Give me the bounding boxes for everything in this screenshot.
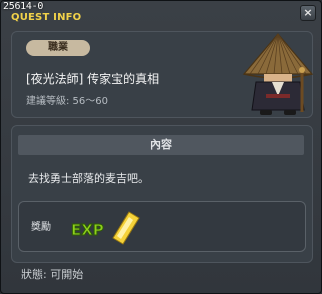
close-icon: × <box>303 6 313 19</box>
exp-reward-icon[interactable]: EXP <box>69 208 141 246</box>
recommended-level: 建議等級: 56～60 <box>26 96 108 107</box>
reward-label: 獎勵 <box>31 222 51 233</box>
exp-text: EXP <box>71 221 104 239</box>
npc-character-icon <box>242 33 314 115</box>
content-text: 去找勇士部落的麦吉吧。 <box>28 172 149 185</box>
quest-name: [夜光法師] 传家宝的真相 <box>26 72 160 86</box>
quest-status: 狀態: 可開始 <box>21 268 84 281</box>
job-badge: 職業 <box>26 40 90 56</box>
quest-summary-panel: 職業 [夜光法師] 传家宝的真相 建議等級: 56～60 <box>11 31 314 118</box>
content-header: 內容 <box>18 135 304 155</box>
window-title: QUEST INFO <box>11 12 82 23</box>
quest-id-label: 25614-0 <box>3 1 44 12</box>
quest-info-window: 25614-0 QUEST INFO × 職業 [夜光法師] 传家宝的真相 建議… <box>0 0 322 294</box>
quest-content-panel: 內容 去找勇士部落的麦吉吧。 獎勵 EXP <box>11 125 313 263</box>
close-button[interactable]: × <box>300 5 316 21</box>
reward-box: 獎勵 EXP <box>18 201 306 252</box>
